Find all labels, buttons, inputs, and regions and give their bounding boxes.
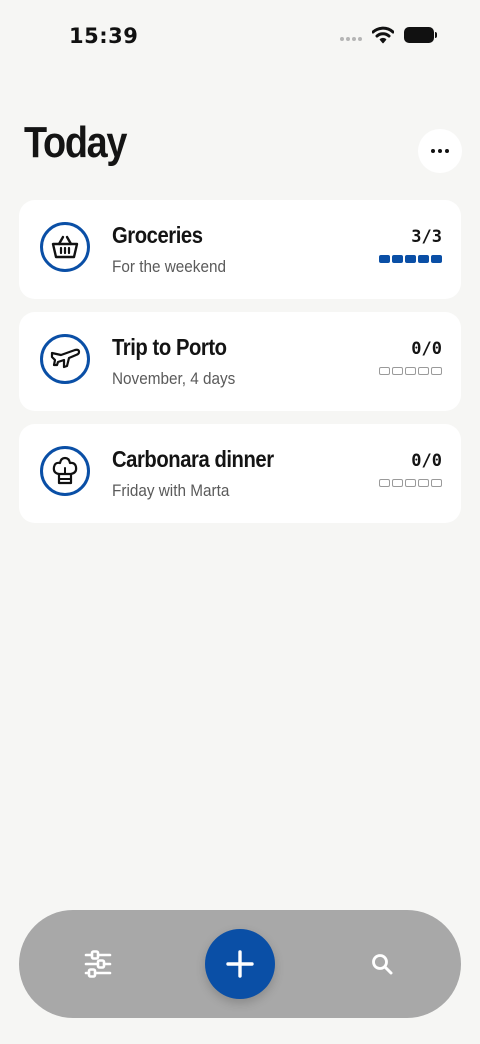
status-bar: 15:39 [0,0,480,80]
filters-button[interactable] [78,944,118,984]
list-progress [379,367,442,375]
plus-icon [226,950,254,978]
list-count: 3/3 [411,227,442,247]
airplane-icon [40,334,90,384]
progress-segment [431,479,442,487]
list-count: 0/0 [411,339,442,359]
status-icons [340,26,437,44]
page-title: Today [24,118,127,167]
list-subtitle: Friday with Marta [112,481,230,500]
progress-segment [392,255,403,263]
chef-hat-icon [40,446,90,496]
search-icon [372,954,393,975]
add-list-button[interactable] [205,929,275,999]
progress-segment [431,255,442,263]
progress-segment [418,255,429,263]
list-card-carbonara-dinner[interactable]: Carbonara dinner Friday with Marta 0/0 [19,424,461,523]
progress-segment [392,479,403,487]
search-button[interactable] [362,944,402,984]
progress-segment [379,255,390,263]
list-count: 0/0 [411,451,442,471]
list-progress [379,255,442,263]
progress-segment [405,479,416,487]
wifi-icon [372,26,394,44]
list-title: Carbonara dinner [112,446,274,472]
list-card-trip-to-porto[interactable]: Trip to Porto November, 4 days 0/0 [19,312,461,411]
battery-icon [404,27,437,43]
list-subtitle: For the weekend [112,257,226,276]
list-container: Groceries For the weekend 3/3 Trip to Po… [19,200,461,536]
basket-icon [40,222,90,272]
progress-segment [379,367,390,375]
list-title: Trip to Porto [112,334,227,360]
sliders-icon [84,950,112,978]
progress-segment [418,479,429,487]
list-title: Groceries [112,222,203,248]
list-subtitle: November, 4 days [112,369,236,388]
progress-segment [405,255,416,263]
progress-segment [431,367,442,375]
list-progress [379,479,442,487]
list-card-groceries[interactable]: Groceries For the weekend 3/3 [19,200,461,299]
progress-segment [379,479,390,487]
signal-dots-icon [340,37,362,41]
more-button[interactable] [418,129,462,173]
progress-segment [418,367,429,375]
ellipsis-icon [431,149,435,153]
bottom-tab-bar [19,910,461,1018]
progress-segment [392,367,403,375]
status-time: 15:39 [69,24,139,48]
progress-segment [405,367,416,375]
